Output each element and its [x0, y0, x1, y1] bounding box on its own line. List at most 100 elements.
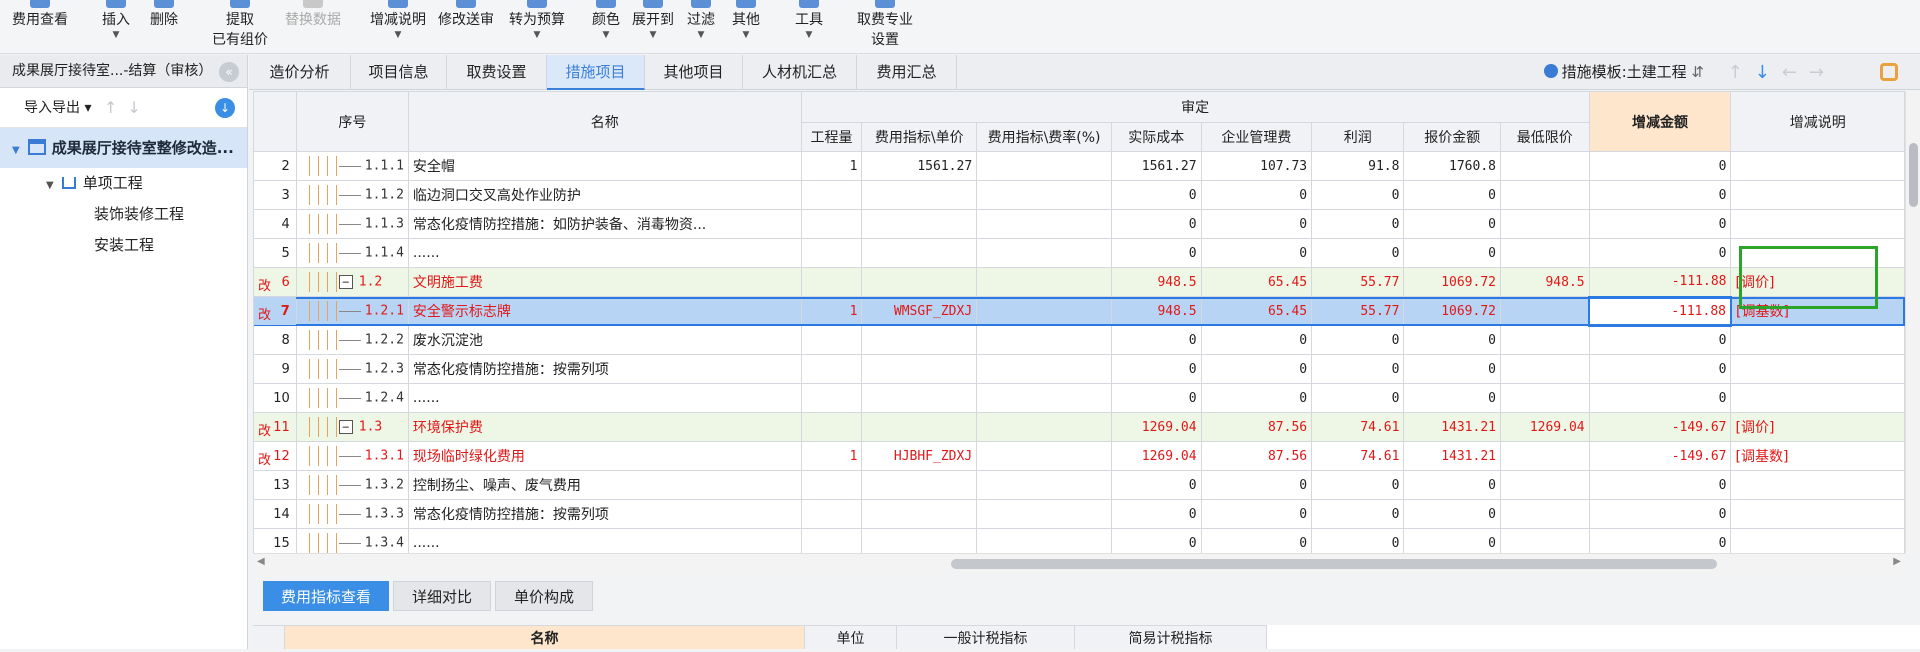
profit-cell[interactable]: 74.61: [1311, 412, 1405, 442]
move-right-icon[interactable]: →: [1809, 62, 1836, 83]
delta-amount-cell[interactable]: -111.88: [1588, 267, 1732, 297]
row-number-cell[interactable]: 5: [253, 238, 297, 268]
table-row[interactable]: 改 12 1.3.1 现场临时绿化费用 1 HJBHF_ZDXJ 1269.04 87.56 7…: [253, 441, 1905, 471]
tree-item-decoration[interactable]: 装饰装修工程: [0, 199, 247, 230]
unit-price-cell[interactable]: [861, 180, 978, 210]
quote-cell[interactable]: 0: [1403, 325, 1501, 355]
quote-cell[interactable]: 1760.8: [1403, 151, 1501, 181]
row-number-cell[interactable]: 改 11: [253, 412, 297, 442]
table-row[interactable]: 10 1.2.4...... 0 0 0 0 0: [253, 383, 1905, 413]
chevron-down-icon[interactable]: ▼: [632, 30, 674, 40]
rate-cell[interactable]: [976, 354, 1112, 384]
mgmt-cell[interactable]: 0: [1200, 209, 1313, 239]
horizontal-scrollbar[interactable]: ◀ ▶: [253, 553, 1905, 573]
quote-cell[interactable]: 1069.72: [1403, 267, 1501, 297]
min-price-cell[interactable]: [1499, 470, 1590, 500]
toolbar-button-2[interactable]: 删除: [150, 0, 178, 30]
table-row[interactable]: 4 1.1.3 常态化疫情防控措施：如防护装备、消毒物资... 0 0 0 0 0: [253, 209, 1905, 239]
qty-cell[interactable]: [800, 267, 863, 297]
delta-note-cell[interactable]: [调基数]: [1730, 296, 1905, 326]
row-number-cell[interactable]: 改 12: [253, 441, 297, 471]
unit-price-cell[interactable]: [861, 209, 978, 239]
qty-cell[interactable]: [800, 238, 863, 268]
toolbar-button-9[interactable]: 展开到 ▼: [632, 0, 674, 40]
header-quantity[interactable]: 工程量: [800, 122, 863, 152]
table-row[interactable]: 9 1.2.3 常态化疫情防控措施：按需列项 0 0 0 0 0: [253, 354, 1905, 384]
mgmt-cell[interactable]: 0: [1200, 238, 1313, 268]
mgmt-cell[interactable]: 0: [1200, 499, 1313, 529]
row-number-cell[interactable]: 10: [253, 383, 297, 413]
quote-cell[interactable]: 0: [1403, 238, 1501, 268]
delta-amount-cell[interactable]: 0: [1588, 470, 1732, 500]
mgmt-cell[interactable]: 87.56: [1200, 441, 1313, 471]
table-row[interactable]: 5 1.1.4...... 0 0 0 0 0: [253, 238, 1905, 268]
delta-note-cell[interactable]: [1730, 354, 1905, 384]
cost-cell[interactable]: 0: [1110, 383, 1202, 413]
unit-price-cell[interactable]: [861, 267, 978, 297]
seq-cell[interactable]: 1.3.1: [295, 441, 409, 471]
name-cell[interactable]: ......: [407, 383, 802, 413]
tab-other-items[interactable]: 其他项目: [645, 55, 743, 90]
name-cell[interactable]: ......: [407, 528, 802, 553]
table-row[interactable]: 14 1.3.3 常态化疫情防控措施：按需列项 0 0 0 0 0: [253, 499, 1905, 529]
profit-cell[interactable]: 0: [1311, 354, 1405, 384]
unit-price-cell[interactable]: [861, 499, 978, 529]
chevron-down-icon[interactable]: ▼: [732, 30, 760, 40]
quote-cell[interactable]: 0: [1403, 499, 1501, 529]
delta-amount-cell[interactable]: 0: [1588, 209, 1732, 239]
mgmt-cell[interactable]: 0: [1200, 528, 1313, 553]
rate-cell[interactable]: [976, 180, 1112, 210]
expand-triangle-icon[interactable]: ▼: [12, 145, 20, 156]
min-price-cell[interactable]: [1499, 296, 1590, 326]
delta-amount-cell[interactable]: 0: [1588, 180, 1732, 210]
delta-amount-cell[interactable]: -111.88: [1588, 295, 1732, 327]
seq-cell[interactable]: 1.2.4: [295, 383, 409, 413]
cost-cell[interactable]: 1561.27: [1110, 151, 1202, 181]
seq-cell[interactable]: 1.2.3: [295, 354, 409, 384]
toolbar-button-11[interactable]: 其他 ▼: [732, 0, 760, 40]
min-price-cell[interactable]: 948.5: [1499, 267, 1590, 297]
seq-cell[interactable]: 1.2.1: [295, 296, 409, 326]
quote-cell[interactable]: 0: [1403, 470, 1501, 500]
min-price-cell[interactable]: [1499, 238, 1590, 268]
min-price-cell[interactable]: [1499, 383, 1590, 413]
tab-cost-analysis[interactable]: 造价分析: [249, 55, 351, 90]
mgmt-cell[interactable]: 65.45: [1200, 267, 1313, 297]
row-number-cell[interactable]: 8: [253, 325, 297, 355]
cost-cell[interactable]: 0: [1110, 470, 1202, 500]
quote-cell[interactable]: 0: [1403, 354, 1501, 384]
unit-price-cell[interactable]: WMSGF_ZDXJ: [861, 296, 978, 326]
table-row[interactable]: 改 7 1.2.1 安全警示标志牌 1 WMSGF_ZDXJ 948.5 65.45 55.77…: [253, 295, 1905, 327]
collapse-panel-icon[interactable]: «: [219, 62, 239, 82]
profit-cell[interactable]: 91.8: [1311, 151, 1405, 181]
mgmt-cell[interactable]: 87.56: [1200, 412, 1313, 442]
tab-measures[interactable]: 措施项目: [547, 55, 645, 90]
unit-price-cell[interactable]: [861, 325, 978, 355]
move-left-icon[interactable]: ←: [1782, 62, 1809, 83]
toolbar-button-12[interactable]: 工具 ▼: [795, 0, 823, 40]
mgmt-cell[interactable]: 0: [1200, 354, 1313, 384]
vertical-scroll-thumb[interactable]: [1909, 143, 1918, 207]
profit-cell[interactable]: 0: [1311, 238, 1405, 268]
unit-price-cell[interactable]: [861, 383, 978, 413]
move-down-icon[interactable]: ↓: [1755, 62, 1782, 83]
cost-cell[interactable]: 948.5: [1110, 267, 1202, 297]
table-row[interactable]: 2 1.1.1 安全帽 1 1561.27 1561.27 107.73 91.8 1760.8…: [253, 151, 1905, 181]
row-number-cell[interactable]: 14: [253, 499, 297, 529]
quote-cell[interactable]: 1069.72: [1403, 296, 1501, 326]
delta-note-cell[interactable]: [调价]: [1730, 412, 1905, 442]
seq-cell[interactable]: 1.3.2: [295, 470, 409, 500]
qty-cell[interactable]: 1: [800, 441, 863, 471]
min-price-cell[interactable]: [1499, 441, 1590, 471]
delta-note-cell[interactable]: [1730, 209, 1905, 239]
min-price-cell[interactable]: [1499, 499, 1590, 529]
seq-cell[interactable]: 1.1.3: [295, 209, 409, 239]
mgmt-cell[interactable]: 0: [1200, 470, 1313, 500]
name-cell[interactable]: 废水沉淀池: [407, 325, 802, 355]
profit-cell[interactable]: 0: [1311, 325, 1405, 355]
btab-unit-price-composition[interactable]: 单价构成: [495, 581, 593, 611]
qty-cell[interactable]: 1: [800, 296, 863, 326]
scroll-right-icon[interactable]: ▶: [1893, 556, 1901, 567]
expand-triangle-icon[interactable]: ▼: [46, 180, 54, 191]
rate-cell[interactable]: [976, 499, 1112, 529]
